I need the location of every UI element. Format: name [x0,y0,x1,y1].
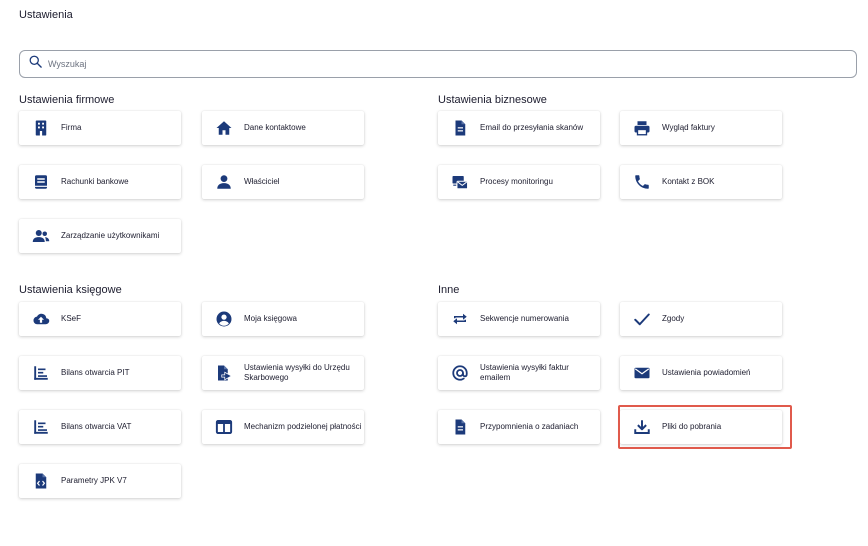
tile-zarzadzanie-uzytkownikami[interactable]: Zarządzanie użytkownikami [19,219,181,253]
page-title: Ustawienia [19,9,73,21]
download-icon [632,417,652,437]
account-circle-icon [214,309,234,329]
tile-label: Bilans otwarcia VAT [61,422,132,431]
bank-book-icon [31,172,51,192]
tile-wyglad-faktury[interactable]: Wygląd faktury [620,111,782,145]
monitor-mail-icon [450,172,470,192]
tile-email-skanow[interactable]: Email do przesyłania skanów [438,111,600,145]
printer-icon [632,118,652,138]
tile-wysylka-email[interactable]: Ustawienia wysyłki faktur emailem [438,356,600,390]
section-title-other: Inne [438,284,460,296]
section-title-firm: Ustawienia firmowe [19,94,115,106]
tile-label: Kontakt z BOK [662,177,715,186]
tile-moja-ksiegowa[interactable]: Moja księgowa [202,302,364,336]
tile-wysylka-us[interactable]: Ustawienia wysyłki do Urzędu Skarbowego [202,356,364,390]
tile-label: Ustawienia wysyłki faktur emailem [480,363,569,382]
document-icon [450,417,470,437]
phone-icon [632,172,652,192]
repeat-icon [450,309,470,329]
split-columns-icon [214,417,234,437]
search-bar[interactable] [19,50,857,78]
tile-bilans-pit[interactable]: Bilans otwarcia PIT [19,356,181,390]
tile-label: Wygląd faktury [662,123,715,132]
check-icon [632,309,652,329]
envelope-icon [632,363,652,383]
cloud-upload-icon [31,309,51,329]
tile-label: Parametry JPK V7 [61,476,127,485]
tile-pliki-do-pobrania[interactable]: Pliki do pobrania [620,410,782,444]
tile-dane-kontaktowe[interactable]: Dane kontaktowe [202,111,364,145]
tile-label: Rachunki bankowe [61,177,129,186]
tile-label: Zarządzanie użytkownikami [61,231,160,240]
tile-label: Bilans otwarcia PIT [61,368,130,377]
tile-bilans-vat[interactable]: Bilans otwarcia VAT [19,410,181,444]
file-send-icon [214,363,234,383]
tile-firma[interactable]: Firma [19,111,181,145]
search-icon [28,54,43,74]
code-file-icon [31,471,51,491]
tile-label: Moja księgowa [244,314,297,323]
tile-parametry-jpk[interactable]: Parametry JPK V7 [19,464,181,498]
tile-przypomnienia[interactable]: Przypomnienia o zadaniach [438,410,600,444]
tile-label: Mechanizm podzielonej płatności [244,422,362,431]
tile-label: Dane kontaktowe [244,123,306,132]
tile-rachunki-bankowe[interactable]: Rachunki bankowe [19,165,181,199]
building-icon [31,118,51,138]
search-input[interactable] [48,59,808,69]
tile-label: Sekwencje numerowania [480,314,569,323]
person-icon [214,172,234,192]
list-chart-icon [31,363,51,383]
section-title-business: Ustawienia biznesowe [438,94,547,106]
tile-zgody[interactable]: Zgody [620,302,782,336]
tile-label: KSeF [61,314,82,323]
tile-label: Ustawienia wysyłki do Urzędu Skarbowego [244,363,350,382]
tile-label: Przypomnienia o zadaniach [480,422,579,431]
tile-podzielona-platnosc[interactable]: Mechanizm podzielonej płatności [202,410,364,444]
tile-label: Ustawienia powiadomień [662,368,751,377]
tile-label: Właściciel [244,177,280,186]
tile-ksef[interactable]: KSeF [19,302,181,336]
tile-label: Pliki do pobrania [662,422,722,431]
tile-sekwencje-numerowania[interactable]: Sekwencje numerowania [438,302,600,336]
list-chart-icon [31,417,51,437]
users-icon [31,226,51,246]
tile-label: Email do przesyłania skanów [480,123,584,132]
tile-label: Zgody [662,314,685,323]
at-icon [450,363,470,383]
tile-kontakt-bok[interactable]: Kontakt z BOK [620,165,782,199]
tile-ustawienia-powiadomien[interactable]: Ustawienia powiadomień [620,356,782,390]
section-title-accounting: Ustawienia księgowe [19,284,122,296]
tile-procesy-monitoringu[interactable]: Procesy monitoringu [438,165,600,199]
document-icon [450,118,470,138]
tile-label: Procesy monitoringu [480,177,553,186]
tile-label: Firma [61,123,82,132]
home-icon [214,118,234,138]
tile-wlasciciel[interactable]: Właściciel [202,165,364,199]
